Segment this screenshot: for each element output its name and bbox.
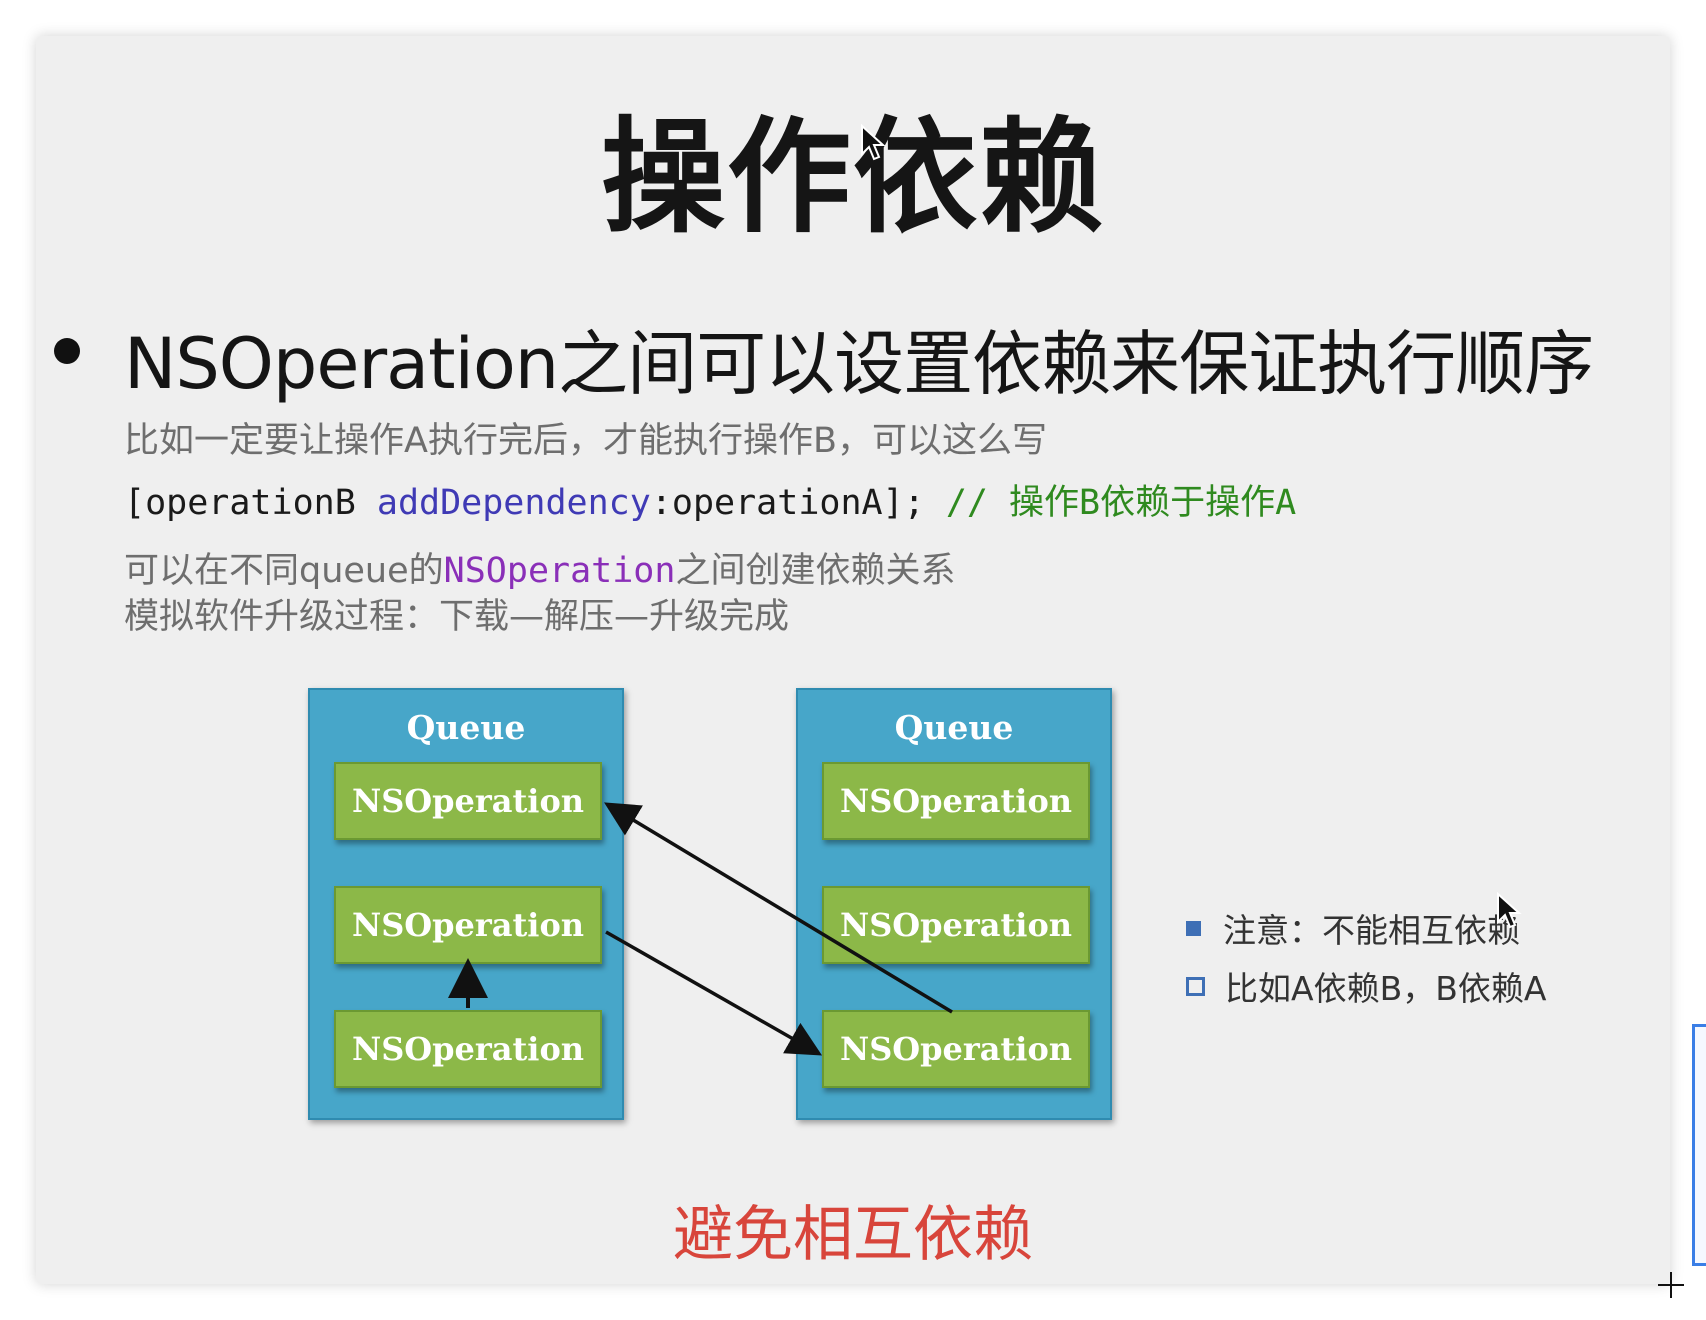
open-square-icon <box>1186 976 1205 996</box>
arrow-right3-to-left1 <box>604 802 953 1014</box>
side-panel-edge[interactable] <box>1692 1024 1706 1266</box>
mouse-pointer-icon <box>861 124 886 161</box>
note-example-text: 比如A依赖B，B依赖A <box>1225 969 1547 1008</box>
slide-footer-warning: 避免相互依赖 <box>673 1200 1033 1270</box>
presentation-slide: 操作依赖 NSOperation之间可以设置依赖来保证执行顺序 比如一定要让操作… <box>36 36 1670 1284</box>
arrow-left2-to-right3 <box>605 930 823 1056</box>
note-item-example: 比如A依赖B，B依赖A <box>1186 962 1546 1010</box>
note-warning-text: 注意：不能相互依赖 <box>1223 911 1520 950</box>
note-item-warning: 注意：不能相互依赖 <box>1186 904 1520 952</box>
dependency-arrows <box>448 802 953 1056</box>
crosshair-icon <box>1658 1272 1684 1298</box>
filled-square-icon <box>1186 920 1201 936</box>
mouse-pointer-icon <box>1497 892 1522 929</box>
